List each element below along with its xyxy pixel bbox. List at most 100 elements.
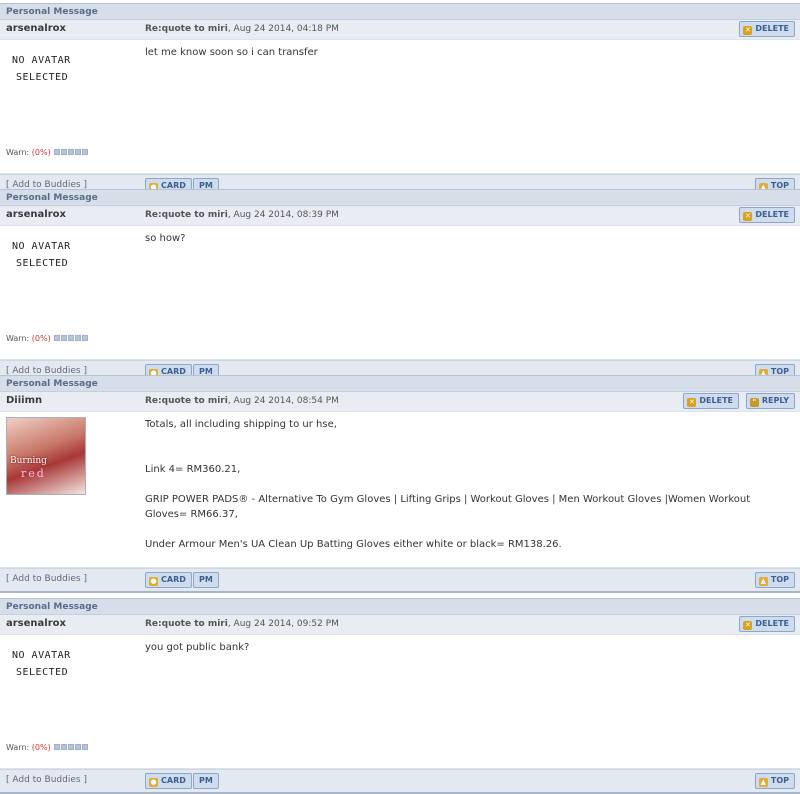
- author-name[interactable]: arsenalrox: [6, 209, 66, 220]
- card-button[interactable]: ● CARD: [145, 773, 192, 789]
- warn-label: Warn:: [6, 743, 30, 752]
- delete-button[interactable]: ✕ DELETE: [739, 616, 795, 632]
- no-avatar-line1: NO AVATAR: [12, 650, 71, 661]
- card-label: CARD: [161, 776, 186, 785]
- reply-button[interactable]: " REPLY: [745, 393, 795, 409]
- warn-label: Warn:: [6, 334, 30, 343]
- warn-level: Warn: (0%): [6, 148, 89, 157]
- message-body: NO AVATAR SELECTED Warn: (0%) so how?: [0, 226, 800, 360]
- message-meta: Diiimn Re:quote to miri, Aug 24 2014, 08…: [0, 392, 800, 412]
- no-avatar-line2: SELECTED: [16, 667, 69, 678]
- add-to-buddies-link[interactable]: [ Add to Buddies ]: [6, 775, 87, 785]
- delete-button[interactable]: ✕ DELETE: [739, 207, 795, 223]
- subject-title: Re:quote to miri: [145, 24, 228, 34]
- warn-bar: [68, 744, 75, 750]
- delete-label: DELETE: [755, 619, 789, 628]
- pm-button[interactable]: PM: [193, 773, 219, 789]
- delete-label: DELETE: [755, 24, 789, 33]
- message-date: , Aug 24 2014, 08:54 PM: [227, 396, 339, 406]
- warn-bar: [75, 149, 82, 155]
- card-label: CARD: [161, 575, 186, 584]
- message-4: Personal Message arsenalrox Re:quote to …: [0, 598, 800, 794]
- message-line: Under Armour Men's UA Clean Up Batting G…: [145, 539, 562, 550]
- warn-level: Warn: (0%): [6, 334, 89, 343]
- author-name[interactable]: Diiimn: [6, 395, 42, 406]
- subject-title: Re:quote to miri: [145, 396, 228, 406]
- warn-percent: (0%): [31, 334, 51, 343]
- delete-label: DELETE: [755, 210, 789, 219]
- section-header: Personal Message: [0, 598, 800, 615]
- message-1: Personal Message arsenalrox Re:quote to …: [0, 3, 800, 199]
- message-body: NO AVATAR SELECTED Warn: (0%) you got pub…: [0, 635, 800, 769]
- top-button[interactable]: ▲ TOP: [754, 572, 795, 588]
- warn-bar: [54, 149, 61, 155]
- message-text: let me know soon so i can transfer: [145, 45, 794, 60]
- message-line: Totals, all including shipping to ur hse…: [145, 419, 337, 430]
- avatar-text: red: [21, 467, 46, 480]
- author-panel: NO AVATAR SELECTED Warn: (0%): [0, 226, 140, 359]
- warn-bar: [82, 335, 89, 341]
- message-line: so how?: [145, 233, 186, 244]
- reply-label: REPLY: [761, 396, 789, 405]
- arrow-up-icon: ▲: [758, 577, 768, 586]
- message-date: , Aug 24 2014, 04:18 PM: [227, 24, 339, 34]
- user-card-icon: ●: [149, 778, 158, 787]
- message-text: you got public bank?: [145, 640, 794, 655]
- delete-button[interactable]: ✕ DELETE: [683, 393, 739, 409]
- message-body: Burning red Totals, all including shippi…: [0, 412, 800, 568]
- author-panel: NO AVATAR SELECTED Warn: (0%): [0, 40, 140, 173]
- pm-label: PM: [199, 776, 213, 785]
- author-name[interactable]: arsenalrox: [6, 618, 66, 629]
- top-label: TOP: [770, 776, 789, 785]
- message-footer: [ Add to Buddies ] ● CARD PM ▲ TOP: [0, 568, 800, 593]
- warn-label: Warn:: [6, 148, 30, 157]
- delete-icon: ✕: [743, 26, 753, 35]
- add-to-buddies-link[interactable]: [ Add to Buddies ]: [6, 574, 87, 584]
- message-line: GRIP POWER PADS® - Alternative To Gym Gl…: [145, 494, 751, 520]
- delete-button[interactable]: ✕ DELETE: [739, 21, 795, 37]
- warn-percent: (0%): [31, 743, 51, 752]
- warn-bar: [82, 744, 89, 750]
- section-header: Personal Message: [0, 189, 800, 206]
- delete-icon: ✕: [743, 212, 753, 221]
- message-date: , Aug 24 2014, 08:39 PM: [227, 210, 339, 220]
- warn-bar: [61, 335, 68, 341]
- message-2: Personal Message arsenalrox Re:quote to …: [0, 189, 800, 385]
- subject-title: Re:quote to miri: [145, 210, 228, 220]
- warn-bar: [75, 744, 82, 750]
- quote-icon: ": [749, 398, 759, 407]
- card-button[interactable]: ● CARD: [145, 572, 192, 588]
- warn-bar: [75, 335, 82, 341]
- top-label: TOP: [770, 575, 789, 584]
- section-header: Personal Message: [0, 375, 800, 392]
- avatar: Burning red: [6, 417, 86, 495]
- subject-title: Re:quote to miri: [145, 619, 228, 629]
- message-subject: Re:quote to miri, Aug 24 2014, 04:18 PM: [145, 24, 339, 34]
- message-line: you got public bank?: [145, 642, 250, 653]
- top-button[interactable]: ▲ TOP: [754, 773, 795, 789]
- pm-label: PM: [199, 575, 213, 584]
- warn-level: Warn: (0%): [6, 743, 89, 752]
- message-3: Personal Message Diiimn Re:quote to miri…: [0, 375, 800, 593]
- no-avatar: NO AVATAR SELECTED: [12, 52, 71, 86]
- warn-percent: (0%): [31, 148, 51, 157]
- pm-button[interactable]: PM: [193, 572, 219, 588]
- message-meta: arsenalrox Re:quote to miri, Aug 24 2014…: [0, 615, 800, 635]
- no-avatar-line1: NO AVATAR: [12, 55, 71, 66]
- message-body: NO AVATAR SELECTED Warn: (0%) let me know…: [0, 40, 800, 174]
- message-text: so how?: [145, 231, 794, 246]
- warn-bar: [61, 744, 68, 750]
- author-name[interactable]: arsenalrox: [6, 23, 66, 34]
- warn-bar: [54, 335, 61, 341]
- no-avatar: NO AVATAR SELECTED: [12, 238, 71, 272]
- author-panel: NO AVATAR SELECTED Warn: (0%): [0, 635, 140, 768]
- warn-bar: [54, 744, 61, 750]
- no-avatar-line2: SELECTED: [16, 258, 69, 269]
- no-avatar-line2: SELECTED: [16, 72, 69, 83]
- message-footer: [ Add to Buddies ] ● CARD PM ▲ TOP: [0, 769, 800, 794]
- warn-bar: [68, 335, 75, 341]
- message-meta: arsenalrox Re:quote to miri, Aug 24 2014…: [0, 206, 800, 226]
- warn-bar: [82, 149, 89, 155]
- delete-icon: ✕: [743, 621, 753, 630]
- message-meta: arsenalrox Re:quote to miri, Aug 24 2014…: [0, 20, 800, 40]
